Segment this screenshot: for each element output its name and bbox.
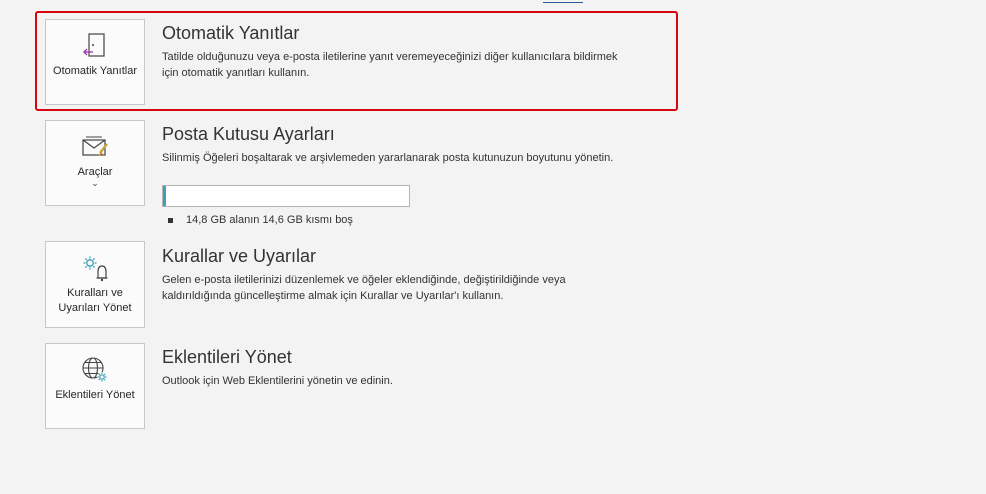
rules-alerts-icon — [79, 252, 111, 284]
globe-gear-icon — [79, 354, 111, 386]
mailbox-usage-text: 14,8 GB alanın 14,6 GB kısmı boş — [186, 214, 353, 226]
addins-description: Outlook için Web Eklentilerini yönetin v… — [162, 375, 393, 387]
rules-alerts-description: Gelen e-posta iletilerinizi düzenlemek v… — [162, 274, 566, 302]
outlook-account-tools-page: Otomatik Yanıtlar Otomatik Yanıtlar Tati… — [0, 0, 986, 494]
chevron-down-icon: ⌄ — [91, 178, 99, 188]
addins-title: Eklentileri Yönet — [162, 347, 292, 367]
manage-rules-alerts-label: Kuralları ve Uyarıları Yönet — [58, 287, 132, 314]
automatic-replies-title: Otomatik Yanıtlar — [162, 23, 300, 43]
tools-dropdown-button[interactable]: Araçlar ⌄ — [45, 120, 145, 206]
mailbox-settings-description: Silinmiş Öğeleri boşaltarak ve arşivleme… — [162, 152, 614, 164]
mailbox-usage-fill — [163, 186, 167, 206]
mailbox-settings-title: Posta Kutusu Ayarları — [162, 124, 335, 144]
mailbox-usage-info: 14,8 GB alanın 14,6 GB kısmı boş — [168, 212, 353, 228]
automatic-replies-description: Tatilde olduğunuzu veya e-posta iletiler… — [162, 51, 618, 79]
mailbox-tools-icon — [79, 131, 111, 163]
rules-alerts-title: Kurallar ve Uyarılar — [162, 246, 317, 266]
manage-addins-label: Eklentileri Yönet — [55, 389, 135, 401]
mailbox-usage-bar — [162, 185, 410, 207]
automatic-replies-label: Otomatik Yanıtlar — [53, 65, 137, 77]
automatic-replies-button[interactable]: Otomatik Yanıtlar — [45, 19, 145, 105]
auto-reply-door-icon — [79, 30, 111, 62]
top-link-fragment[interactable] — [543, 0, 583, 3]
manage-rules-alerts-button[interactable]: Kuralları ve Uyarıları Yönet — [45, 241, 145, 328]
manage-addins-button[interactable]: Eklentileri Yönet — [45, 343, 145, 429]
bullet-icon — [168, 217, 173, 223]
